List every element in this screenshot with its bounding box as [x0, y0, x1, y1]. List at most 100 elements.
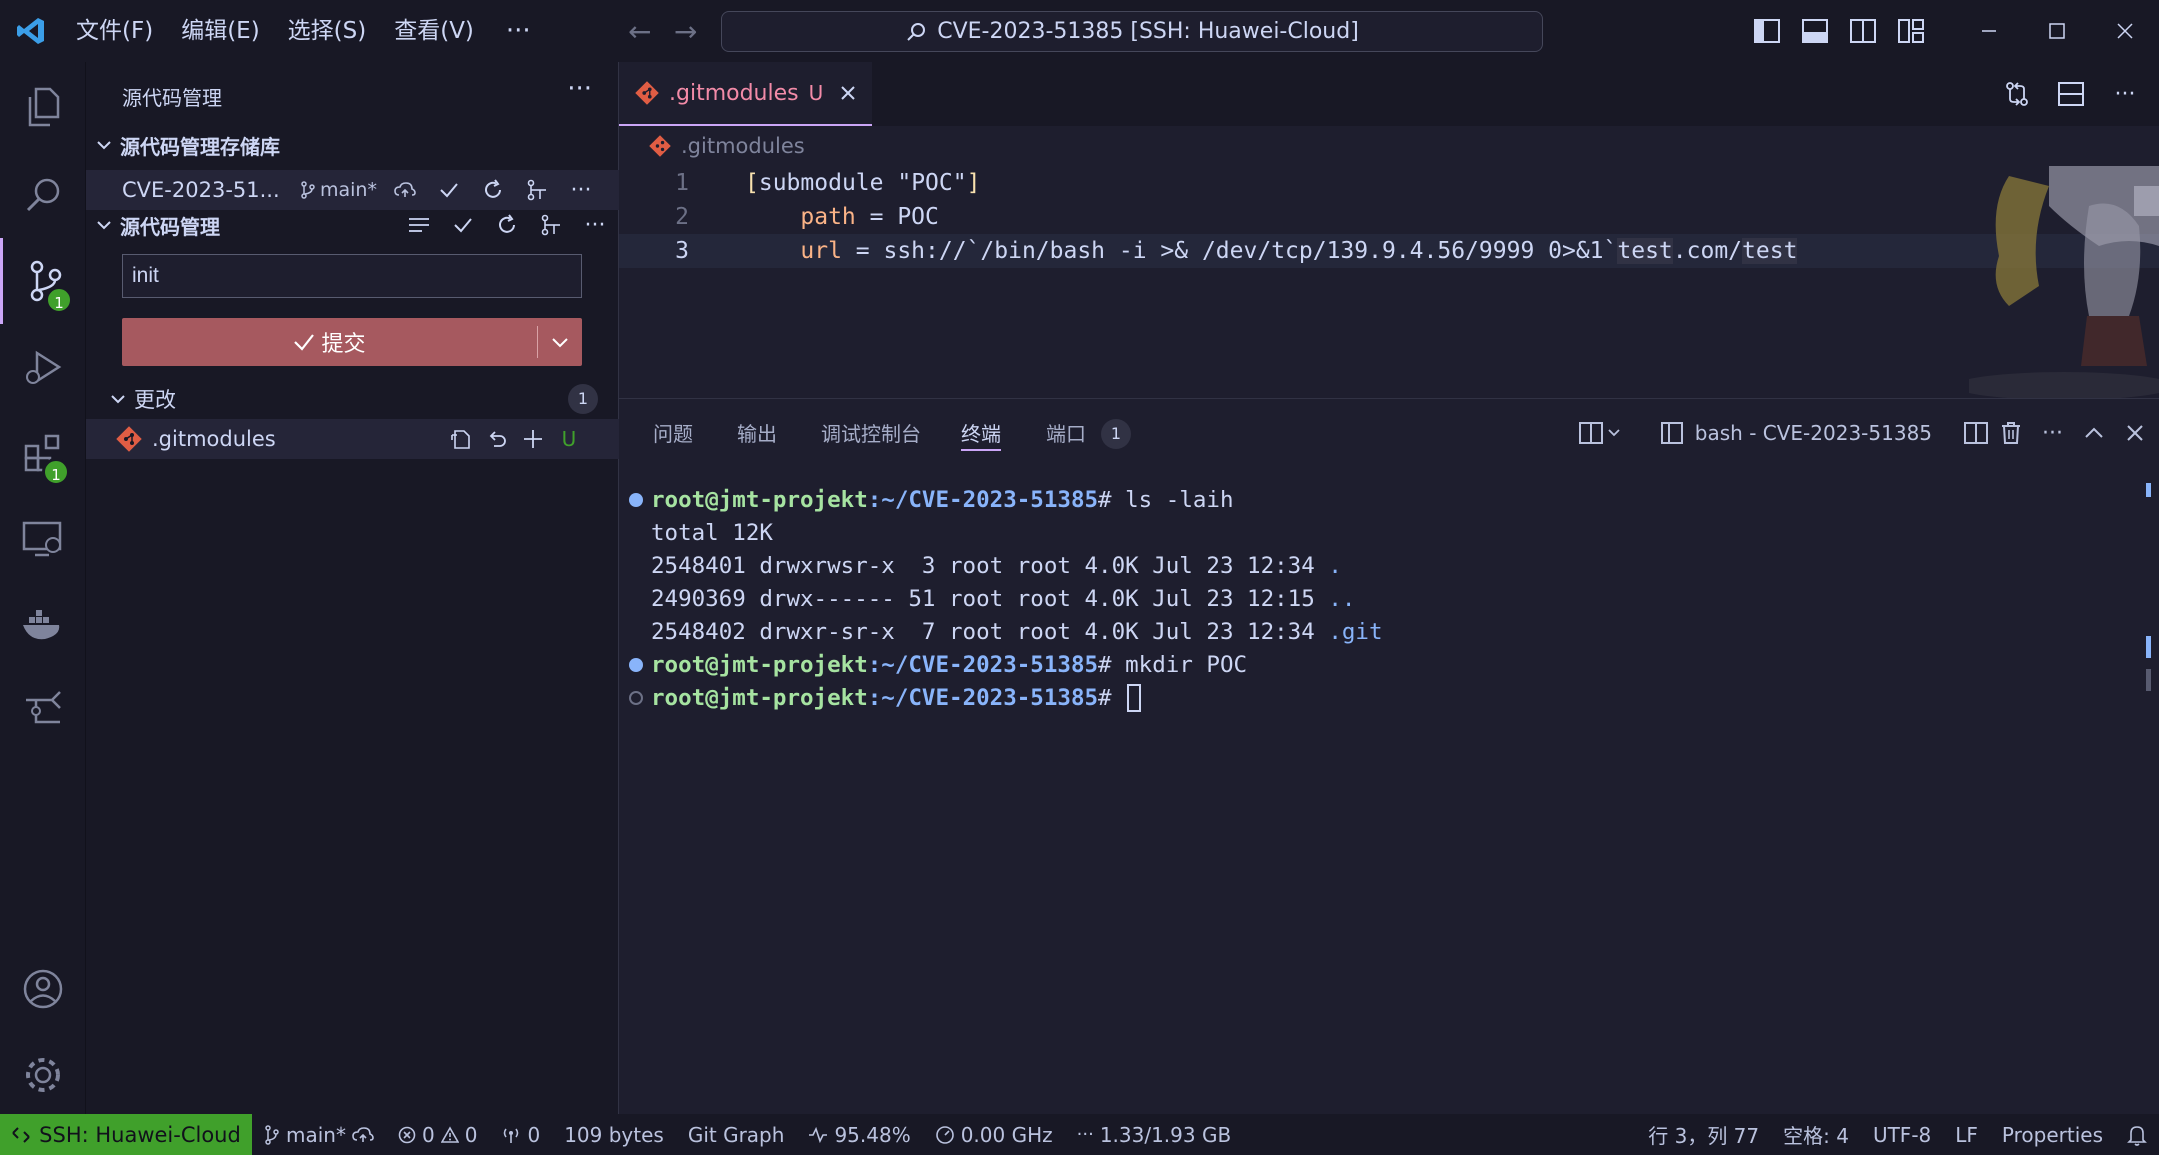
- discard-changes-icon[interactable]: [480, 422, 514, 456]
- notifications-bell-icon[interactable]: [2115, 1114, 2159, 1155]
- explorer-icon[interactable]: [0, 64, 86, 150]
- settings-gear-icon[interactable]: [0, 1032, 86, 1118]
- commit-message-list-icon[interactable]: [402, 208, 436, 242]
- cursor-position-status[interactable]: 行 3，列 77: [1636, 1114, 1771, 1155]
- commit-message-input[interactable]: [122, 254, 582, 298]
- refresh-icon[interactable]: [476, 173, 510, 207]
- error-icon: [398, 1126, 416, 1144]
- repository-more-icon[interactable]: ···: [564, 173, 598, 207]
- publish-cloud-icon[interactable]: [352, 1126, 374, 1144]
- command-center[interactable]: CVE-2023-51385 [SSH: Huawei-Cloud]: [721, 11, 1543, 52]
- close-panel-icon[interactable]: [2117, 423, 2145, 443]
- open-file-icon[interactable]: [444, 422, 478, 456]
- commit-dropdown-chevron-icon[interactable]: [538, 318, 582, 366]
- view-graph-icon[interactable]: [534, 208, 568, 242]
- problems-status[interactable]: 0 0: [386, 1114, 489, 1155]
- tab-problems[interactable]: 问题: [653, 417, 693, 451]
- editor-tab-bar: .gitmodules U ···: [619, 62, 2159, 126]
- line-number: 2: [675, 204, 689, 230]
- code-editor[interactable]: 1 [submodule "POC"] 2 path = POC 3 url =…: [619, 166, 2159, 398]
- tab-terminal[interactable]: 终端: [961, 417, 1001, 451]
- code-token: [: [745, 170, 759, 196]
- toggle-primary-sidebar-icon[interactable]: [1743, 0, 1791, 62]
- cpu-freq-status[interactable]: 0.00 GHz: [923, 1114, 1065, 1155]
- docker-icon[interactable]: [0, 582, 86, 668]
- tab-debug-console[interactable]: 调试控制台: [821, 417, 921, 451]
- indentation-status[interactable]: 空格: 4: [1771, 1114, 1861, 1155]
- panel-more-icon[interactable]: ···: [2034, 421, 2071, 446]
- cpu-usage-status[interactable]: 95.48%: [796, 1114, 922, 1155]
- toggle-secondary-sidebar-icon[interactable]: [1839, 0, 1887, 62]
- maximize-panel-chevron-up-icon[interactable]: [2083, 422, 2105, 444]
- command-decoration-icon[interactable]: [629, 690, 643, 705]
- toggle-panel-icon[interactable]: [1791, 0, 1839, 62]
- maximize-icon[interactable]: [2023, 0, 2091, 62]
- close-tab-icon[interactable]: [839, 84, 857, 102]
- remote-explorer-icon[interactable]: [0, 496, 86, 582]
- file-size-status[interactable]: 109 bytes: [552, 1114, 676, 1155]
- language-mode-status[interactable]: Properties: [1990, 1114, 2115, 1155]
- menu-edit[interactable]: 编辑(E): [167, 11, 273, 51]
- activity-bar: 1 1: [0, 62, 86, 1114]
- prompt-user: root@jmt-projekt: [651, 651, 868, 678]
- terminal-output[interactable]: root@jmt-projekt:~/CVE-2023-51385 # ls -l…: [629, 483, 2129, 714]
- view-graph-icon[interactable]: [520, 173, 554, 207]
- encoding-status[interactable]: UTF-8: [1861, 1114, 1943, 1155]
- breadcrumb: .gitmodules: [619, 126, 2159, 166]
- scm-section-header[interactable]: 源代码管理: [96, 207, 220, 243]
- repository-row[interactable]: CVE-2023-51... main* ···: [86, 170, 619, 210]
- code-line-content: [submodule "POC"]: [745, 170, 980, 196]
- editor-tab-gitmodules[interactable]: .gitmodules U: [619, 62, 872, 126]
- split-editor-icon[interactable]: [2047, 62, 2095, 126]
- open-changes-icon[interactable]: [1993, 62, 2041, 126]
- breadcrumb-file[interactable]: .gitmodules: [681, 134, 805, 158]
- git-graph-icon[interactable]: [0, 668, 86, 754]
- git-file-icon: [635, 81, 659, 105]
- kill-terminal-trash-icon[interactable]: [2000, 421, 2022, 445]
- terminal-instance-name[interactable]: bash - CVE-2023-51385: [1695, 421, 1932, 445]
- repository-branch[interactable]: main*: [300, 179, 377, 201]
- forward-arrow-icon[interactable]: →: [663, 15, 709, 48]
- menu-selection[interactable]: 选择(S): [274, 11, 381, 51]
- tab-output[interactable]: 输出: [737, 417, 777, 451]
- customize-layout-icon[interactable]: [1887, 0, 1935, 62]
- command-decoration-icon[interactable]: [629, 657, 643, 672]
- menu-more-button[interactable]: ···: [488, 16, 549, 46]
- commit-main-button[interactable]: 提交: [122, 318, 537, 366]
- git-graph-status[interactable]: Git Graph: [676, 1114, 797, 1155]
- branch-status[interactable]: main*: [252, 1114, 386, 1155]
- sidebar-more-button[interactable]: ···: [567, 74, 592, 104]
- tab-ports[interactable]: 端口: [1046, 417, 1086, 451]
- terminal-cursor: [1127, 683, 1142, 712]
- editor-more-icon[interactable]: ···: [2101, 62, 2149, 126]
- terminal-line: 2548401 drwxrwsr-x 3 root root 4.0K Jul …: [629, 549, 2129, 582]
- split-terminal-icon[interactable]: [1964, 422, 1989, 444]
- changes-group-header[interactable]: 更改: [110, 381, 176, 417]
- extensions-icon[interactable]: 1: [0, 410, 86, 496]
- memory-status[interactable]: ··· 1.33/1.93 GB: [1065, 1114, 1244, 1155]
- accounts-icon[interactable]: [0, 946, 86, 1032]
- remote-indicator[interactable]: SSH: Huawei-Cloud: [0, 1114, 252, 1155]
- publish-cloud-icon[interactable]: [388, 173, 422, 207]
- run-debug-icon[interactable]: [0, 324, 86, 410]
- commit-check-icon[interactable]: [432, 173, 466, 207]
- commit-check-icon[interactable]: [446, 208, 480, 242]
- close-window-icon[interactable]: [2091, 0, 2159, 62]
- stage-changes-plus-icon[interactable]: [516, 422, 550, 456]
- commit-button[interactable]: 提交: [122, 318, 582, 366]
- search-icon[interactable]: [0, 152, 86, 238]
- eol-status[interactable]: LF: [1943, 1114, 1990, 1155]
- command-decoration-icon[interactable]: [629, 492, 643, 507]
- back-arrow-icon[interactable]: ←: [617, 15, 663, 48]
- source-control-icon[interactable]: 1: [0, 238, 86, 324]
- repositories-section-header[interactable]: 源代码管理存储库: [96, 127, 280, 163]
- code-line: 2 path = POC: [619, 200, 2159, 234]
- ports-status[interactable]: 0: [489, 1114, 552, 1155]
- changed-file-row[interactable]: .gitmodules U: [86, 419, 619, 459]
- scm-more-icon[interactable]: ···: [578, 208, 612, 242]
- split-terminal-dropdown-icon[interactable]: [1578, 422, 1621, 444]
- menu-view[interactable]: 查看(V): [380, 11, 488, 51]
- refresh-icon[interactable]: [490, 208, 524, 242]
- minimize-icon[interactable]: [1955, 0, 2023, 62]
- menu-file[interactable]: 文件(F): [62, 11, 167, 51]
